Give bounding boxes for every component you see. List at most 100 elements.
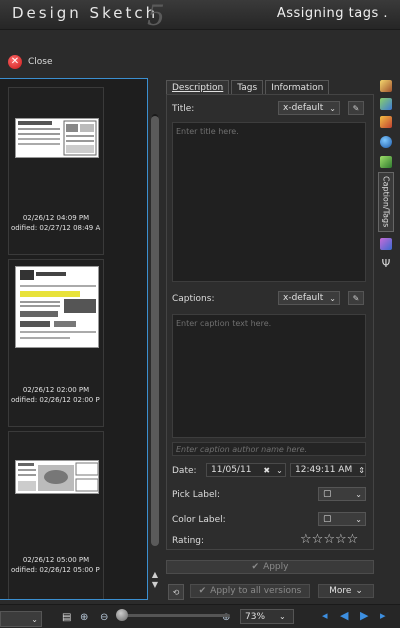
zoom-level-value: 73% (245, 611, 266, 622)
next-page-icon[interactable]: ▶ (360, 609, 368, 622)
chevron-down-icon: ⌄ (31, 614, 38, 624)
scroll-down-icon[interactable]: ▼ (150, 580, 160, 589)
thumbnail-modified: odified: 02/26/12 02:00 P (11, 396, 100, 404)
star-icon[interactable]: ☆ (347, 532, 359, 547)
document-icon[interactable]: ▤ (62, 612, 71, 623)
color-label-dropdown[interactable]: ▢ ⌄ (318, 512, 366, 526)
thumbnail-modified: odified: 02/26/12 05:00 P (11, 566, 100, 574)
color-palette-icon[interactable] (380, 116, 392, 128)
pick-label-dropdown[interactable]: ▢ ⌄ (318, 487, 366, 501)
zoom-slider-knob[interactable] (116, 609, 128, 621)
thumbnail-modified: odified: 02/27/12 08:49 A (11, 224, 101, 232)
zoom-out-icon[interactable]: ⊖ (100, 612, 108, 623)
thumbnail-card[interactable]: 02/26/12 04:09 PM odified: 02/27/12 08:4… (8, 87, 104, 255)
thumbnail-pane[interactable]: 02/26/12 04:09 PM odified: 02/27/12 08:4… (0, 78, 148, 600)
thumbnail-card[interactable]: 02/26/12 02:00 PM odified: 02/26/12 02:0… (8, 259, 104, 427)
tab-description[interactable]: Description (166, 80, 230, 95)
time-field[interactable]: 12:49:11 AM ⇕ (290, 463, 366, 477)
date-value: 11/05/11 (211, 465, 252, 475)
close-label: Close (28, 57, 53, 67)
app-title: Design Sketch (12, 4, 159, 22)
chevron-down-icon: ⌄ (279, 612, 286, 621)
chevron-down-icon: ⌄ (355, 514, 362, 524)
rating-stars[interactable]: ☆☆☆☆☆ (300, 532, 358, 547)
camera-icon[interactable] (380, 156, 392, 168)
zoom-level-combo[interactable]: 73% ⌄ (240, 609, 294, 624)
apply-button[interactable]: ✔ Apply (166, 560, 374, 574)
time-value: 12:49:11 AM (295, 465, 353, 475)
thumbnail-date: 02/26/12 02:00 PM (22, 386, 90, 394)
previous-page-icon[interactable]: ◀ (340, 609, 348, 622)
date-label: Date: (172, 466, 197, 476)
thumbnail-date: 02/26/12 05:00 PM (22, 556, 90, 564)
captions-label: Captions: (172, 294, 215, 304)
tab-bar: Description Tags Information (166, 80, 330, 95)
document-thumbnail-icon (20, 270, 96, 339)
thumbnail-scrollbar[interactable]: ▲ ▼ (150, 82, 160, 590)
app-version-mark: 5 (147, 0, 165, 32)
more-label: More (329, 586, 352, 596)
caption-edit-button[interactable]: ✎ (348, 291, 364, 305)
close-button[interactable]: ✕ Close (8, 54, 53, 70)
pencil-icon: ✎ (352, 103, 360, 113)
clear-date-icon[interactable]: ✖ (263, 466, 270, 475)
chevron-down-icon: ⌄ (355, 489, 362, 499)
scrollbar-thumb[interactable] (151, 116, 159, 546)
thumbnail-date: 02/26/12 04:09 PM (22, 214, 90, 222)
scroll-up-icon[interactable]: ▲ (150, 570, 160, 579)
zoom-in-icon[interactable]: ⊕ (80, 612, 88, 623)
thumbnail-card[interactable]: 02/26/12 05:00 PM odified: 02/26/12 05:0… (8, 431, 104, 599)
chevron-down-icon[interactable]: ⌄ (276, 466, 283, 475)
captions-language-value: x-default (283, 293, 324, 303)
image-icon[interactable] (380, 238, 392, 250)
captions-language-dropdown[interactable]: x-default ⌄ (278, 291, 340, 305)
chevron-down-icon: ⌄ (329, 293, 336, 303)
revert-icon: ⟲ (172, 587, 180, 597)
thumbnail-image (15, 266, 99, 348)
zoom-slider-track[interactable] (118, 614, 230, 617)
header-status: Assigning tags . (276, 6, 388, 21)
revert-button[interactable]: ⟲ (168, 584, 184, 600)
view-mode-dropdown[interactable]: ⌄ (0, 611, 42, 627)
document-thumbnail-icon (18, 462, 98, 492)
caption-textarea[interactable]: Enter caption text here. (172, 314, 366, 438)
tab-information[interactable]: Information (265, 80, 330, 95)
title-label: Title: (172, 104, 195, 114)
thumbnail-image (15, 460, 99, 494)
sidebar-tab-caption-tags[interactable]: Caption/Tags (378, 172, 394, 232)
star-icon[interactable]: ☆ (312, 532, 324, 547)
edit-tool-icon[interactable] (380, 80, 392, 92)
time-spinner-icon[interactable]: ⇕ (358, 466, 365, 475)
apply-label: Apply (263, 562, 289, 572)
date-field[interactable]: 11/05/11 ✖ ⌄ (206, 463, 286, 477)
star-icon[interactable]: ☆ (300, 532, 312, 547)
title-banner: Design Sketch 5 Assigning tags . (0, 0, 400, 32)
pin-icon[interactable]: Ψ (380, 258, 392, 270)
star-icon[interactable]: ☆ (335, 532, 347, 547)
caption-author-field[interactable]: Enter caption author name here. (172, 442, 366, 456)
check-icon: ✔ (251, 562, 260, 572)
chevron-down-icon: ⌄ (355, 586, 363, 596)
last-page-icon[interactable]: ▸ (380, 609, 386, 622)
check-icon: ✔ (198, 586, 207, 596)
title-textarea[interactable]: Enter title here. (172, 122, 366, 282)
title-language-value: x-default (283, 103, 324, 113)
geolocation-icon[interactable] (380, 98, 392, 110)
rating-label: Rating: (172, 536, 205, 546)
pick-label-label: Pick Label: (172, 490, 221, 500)
globe-icon[interactable] (380, 136, 392, 148)
apply-to-all-button[interactable]: ✔ Apply to all versions (190, 584, 310, 598)
document-thumbnail-icon (18, 120, 97, 156)
apply-all-label: Apply to all versions (210, 586, 302, 596)
first-page-icon[interactable]: ◂ (322, 609, 328, 622)
title-language-dropdown[interactable]: x-default ⌄ (278, 101, 340, 115)
title-edit-button[interactable]: ✎ (348, 101, 364, 115)
more-button[interactable]: More ⌄ (318, 584, 374, 598)
color-label-label: Color Label: (172, 515, 226, 525)
close-icon: ✕ (8, 55, 22, 69)
star-icon[interactable]: ☆ (323, 532, 335, 547)
chevron-down-icon: ⌄ (329, 103, 336, 113)
tab-tags[interactable]: Tags (231, 80, 264, 95)
pencil-icon: ✎ (352, 293, 360, 303)
flag-icon: ▢ (323, 489, 332, 499)
